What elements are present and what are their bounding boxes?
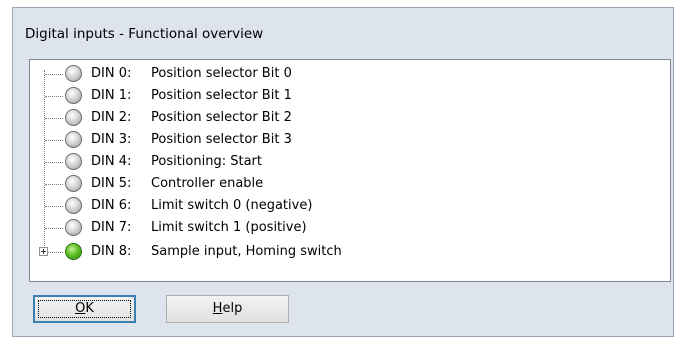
gray-led-icon [65, 131, 82, 148]
tree-item-din3[interactable]: DIN 3: Position selector Bit 3 [30, 129, 670, 151]
help-button[interactable]: Help [166, 295, 289, 323]
din-label: Position selector Bit 1 [151, 88, 292, 103]
gray-led-icon [65, 153, 82, 170]
tree-branch-line [45, 162, 63, 163]
tree-branch-line [45, 206, 63, 207]
din-label: Positioning: Start [151, 154, 262, 169]
ok-label-rest: K [85, 301, 94, 316]
inputs-tree[interactable]: DIN 0: Position selector Bit 0 DIN 1: Po… [29, 59, 671, 282]
gray-led-icon [65, 65, 82, 82]
din-label: Sample input, Homing switch [151, 244, 342, 259]
din-id: DIN 4: [91, 154, 132, 169]
tree-item-din7[interactable]: DIN 7: Limit switch 1 (positive) [30, 217, 670, 239]
gray-led-icon [65, 87, 82, 104]
help-mnemonic: H [212, 301, 223, 316]
din-id: DIN 1: [91, 88, 132, 103]
din-label: Controller enable [151, 176, 264, 191]
tree-item-din5[interactable]: DIN 5: Controller enable [30, 173, 670, 195]
din-id: DIN 2: [91, 110, 132, 125]
din-id: DIN 8: [91, 244, 132, 259]
plus-expander-icon[interactable] [39, 247, 48, 256]
gray-led-icon [65, 219, 82, 236]
din-id: DIN 3: [91, 132, 132, 147]
ok-mnemonic: O [75, 301, 86, 316]
din-label: Limit switch 1 (positive) [151, 220, 307, 235]
tree-branch-line [45, 74, 63, 75]
tree-branch-line [45, 96, 63, 97]
din-id: DIN 0: [91, 66, 132, 81]
green-led-icon [65, 243, 82, 260]
gray-led-icon [65, 109, 82, 126]
help-label-rest: elp [222, 301, 243, 316]
din-label: Position selector Bit 0 [151, 66, 292, 81]
gray-led-icon [65, 197, 82, 214]
tree-branch-line [45, 140, 63, 141]
tree-item-din2[interactable]: DIN 2: Position selector Bit 2 [30, 107, 670, 129]
tree-branch-line [45, 118, 63, 119]
din-label: Position selector Bit 2 [151, 110, 292, 125]
din-id: DIN 5: [91, 176, 132, 191]
din-id: DIN 6: [91, 198, 132, 213]
din-label: Limit switch 0 (negative) [151, 198, 313, 213]
dialog-window: Digital inputs - Functional overview DIN… [12, 7, 674, 337]
tree-item-din1[interactable]: DIN 1: Position selector Bit 1 [30, 85, 670, 107]
tree-item-din4[interactable]: DIN 4: Positioning: Start [30, 151, 670, 173]
tree-branch-line [45, 228, 63, 229]
tree-item-din8[interactable]: DIN 8: Sample input, Homing switch [30, 241, 670, 263]
tree-item-din0[interactable]: DIN 0: Position selector Bit 0 [30, 63, 670, 85]
din-id: DIN 7: [91, 220, 132, 235]
din-label: Position selector Bit 3 [151, 132, 292, 147]
dialog-title: Digital inputs - Functional overview [25, 26, 264, 42]
gray-led-icon [65, 175, 82, 192]
ok-button[interactable]: OK [33, 295, 136, 323]
tree-branch-line [45, 184, 63, 185]
tree-item-din6[interactable]: DIN 6: Limit switch 0 (negative) [30, 195, 670, 217]
